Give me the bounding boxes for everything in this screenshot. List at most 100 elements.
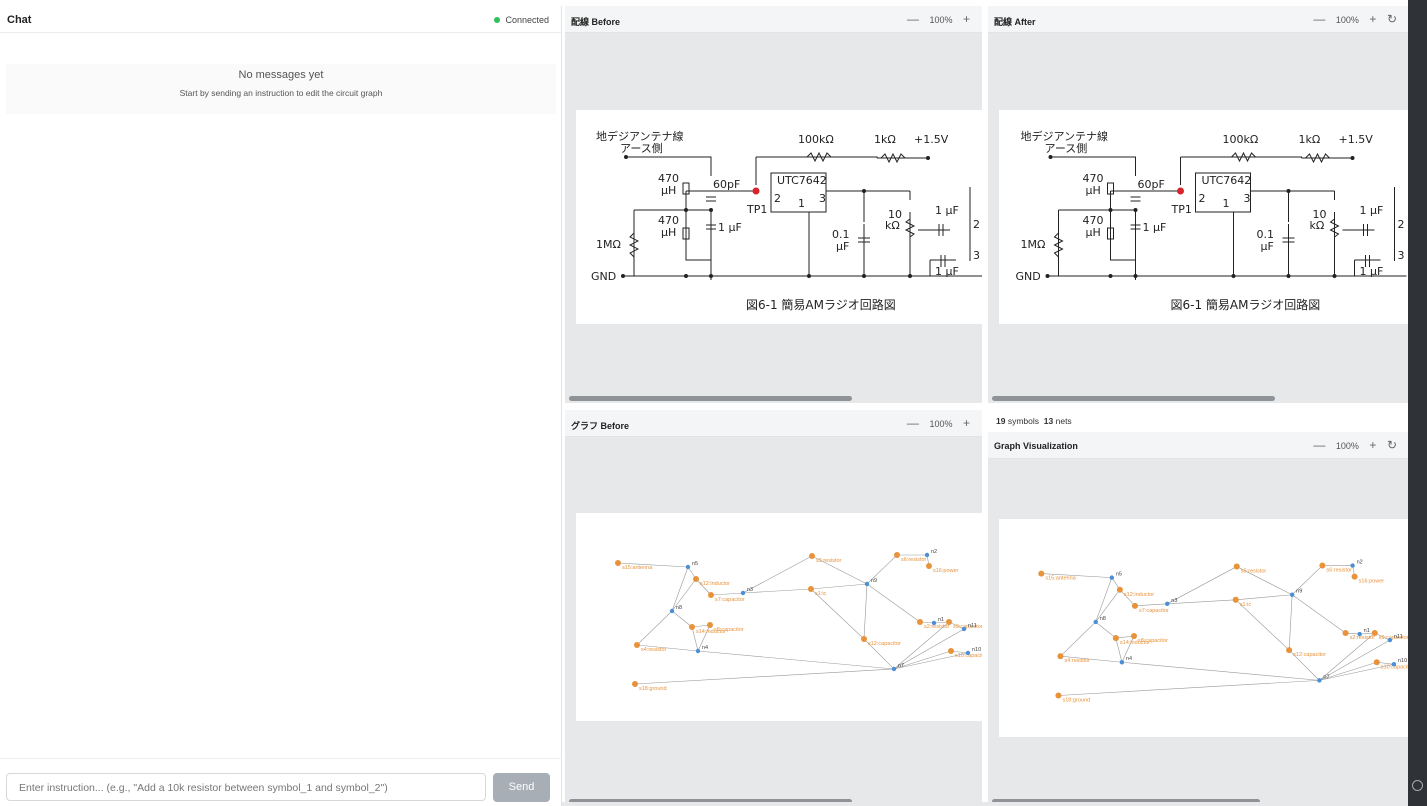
graph-node-s15[interactable] xyxy=(615,560,621,566)
connection-status-label: Connected xyxy=(505,15,549,25)
horizontal-scrollbar[interactable] xyxy=(992,396,1275,401)
graph-node-label: n9 xyxy=(1296,589,1302,595)
zoom-out-button[interactable]: — xyxy=(907,12,919,26)
graph-node-label: n1 xyxy=(938,617,944,623)
graph-node-s7[interactable] xyxy=(708,592,714,598)
graph-node-label: s18:ground xyxy=(1062,698,1090,704)
graph-node-label: s15:antenna xyxy=(1045,576,1076,582)
symbols-label: symbols xyxy=(1007,416,1040,426)
graph-canvas[interactable]: s15:antenna n5 s12:inductor n8 s7:capacitor n… xyxy=(999,519,1408,737)
schematic-canvas[interactable]: 地デジアンテナ線 アース側 100kΩ 1kΩ +1.5V UTC7642 47… xyxy=(576,110,982,324)
graph-node-s12[interactable] xyxy=(1116,586,1123,593)
graph-node-label: s12:inductor xyxy=(700,581,730,587)
zoom-controls: — 100% + xyxy=(899,12,970,26)
label-vr10-unit: kΩ xyxy=(1310,219,1325,232)
graph-node-n2[interactable] xyxy=(924,552,930,558)
graph-node-s7[interactable] xyxy=(1131,602,1139,609)
graph-node-n11[interactable] xyxy=(1387,637,1393,643)
graph-before-header: グラフ Before — 100% + xyxy=(565,410,982,437)
graph-node-n4[interactable] xyxy=(695,648,701,654)
graph-node-s12[interactable] xyxy=(693,576,699,582)
graph-node-s1[interactable] xyxy=(1232,596,1239,603)
graph-node-s4[interactable] xyxy=(1057,653,1064,660)
graph-node-label: n2 xyxy=(931,549,937,555)
settings-icon[interactable] xyxy=(1412,780,1423,791)
zoom-out-button[interactable]: — xyxy=(907,416,919,430)
graph-node-n4[interactable] xyxy=(1119,660,1125,665)
label-edge3: 3 xyxy=(973,249,980,262)
graph-node-s6[interactable] xyxy=(1319,562,1326,569)
graph-node-s2[interactable] xyxy=(917,619,923,625)
graph-node-n11[interactable] xyxy=(961,626,967,632)
graph-node-n7[interactable] xyxy=(1317,678,1322,683)
graph-node-label: n9 xyxy=(871,578,877,584)
graph-node-s18[interactable] xyxy=(632,681,638,687)
graph-node-n2[interactable] xyxy=(1350,563,1355,568)
zoom-in-button[interactable]: + xyxy=(963,12,970,26)
graph-node-s9[interactable] xyxy=(1371,630,1378,637)
graph-node-s18[interactable] xyxy=(1055,692,1062,699)
reset-icon[interactable]: ↻ xyxy=(1387,12,1397,26)
zoom-controls: — 100% + ↻ xyxy=(1305,438,1397,452)
label-pin2: 2 xyxy=(774,192,781,205)
label-470a-unit: μH xyxy=(1086,184,1101,197)
graph-node-s8[interactable] xyxy=(707,622,713,628)
graph-node-s16[interactable] xyxy=(1351,573,1358,580)
label-470b-unit: μH xyxy=(661,226,676,239)
graph-node-s14[interactable] xyxy=(1112,635,1119,642)
graph-edge xyxy=(1291,594,1346,634)
graph-node-s5[interactable] xyxy=(1233,563,1240,570)
graph-node-s4[interactable] xyxy=(634,642,640,648)
graph-node-s2[interactable] xyxy=(1342,630,1349,637)
horizontal-scrollbar[interactable] xyxy=(569,396,852,401)
graph-node-s1[interactable] xyxy=(808,586,814,592)
graph-node-n9[interactable] xyxy=(1289,592,1295,597)
chat-title: Chat xyxy=(7,14,32,26)
graph-node-n1[interactable] xyxy=(1357,631,1362,637)
zoom-level: 100% xyxy=(929,15,953,25)
zoom-out-button[interactable]: — xyxy=(1313,12,1325,26)
graph-node-n10[interactable] xyxy=(965,650,971,656)
graph-node-n7[interactable] xyxy=(891,666,897,672)
label-470a-unit: μH xyxy=(661,184,676,197)
graph-node-n3[interactable] xyxy=(740,590,746,596)
graph-node-label: s16:power xyxy=(933,568,959,574)
reset-icon[interactable]: ↻ xyxy=(1387,438,1397,452)
zoom-in-button[interactable]: + xyxy=(1369,12,1376,26)
instruction-input[interactable]: Enter instruction... (e.g., "Add a 10k r… xyxy=(6,773,486,801)
graph-node-s16[interactable] xyxy=(926,563,932,569)
symbols-count: 19 xyxy=(996,416,1006,426)
graph-node-n8[interactable] xyxy=(1093,619,1098,625)
graph-node-s10[interactable] xyxy=(948,648,954,654)
graph-node-n5[interactable] xyxy=(685,564,691,570)
graph-node-n1[interactable] xyxy=(931,620,937,626)
graph-node-s12b[interactable] xyxy=(1286,647,1293,654)
graph-node-s8[interactable] xyxy=(1130,633,1138,640)
graph-node-s10[interactable] xyxy=(1373,659,1380,666)
graph-node-s6[interactable] xyxy=(894,552,900,558)
send-button[interactable]: Send xyxy=(493,773,550,802)
schematic-canvas[interactable]: 地デジアンテナ線 アース側 100kΩ 1kΩ +1.5V UTC7642 47… xyxy=(999,110,1408,324)
label-1uf-r1: 1 μF xyxy=(935,204,959,217)
graph-node-s14[interactable] xyxy=(689,624,695,630)
zoom-out-button[interactable]: — xyxy=(1313,438,1325,452)
graph-node-n9[interactable] xyxy=(864,581,870,587)
graph-node-label: n5 xyxy=(692,561,698,567)
zoom-level: 100% xyxy=(1335,15,1359,25)
graph-node-s9[interactable] xyxy=(946,619,952,625)
wiring-before-header: 配線 Before — 100% + xyxy=(565,6,982,33)
graph-edge xyxy=(1058,680,1320,696)
graph-canvas[interactable]: s15:antenna n5 s12:inductor n8 s7:capacitor n… xyxy=(576,513,982,721)
graph-node-n3[interactable] xyxy=(1165,601,1170,607)
graph-node-n8[interactable] xyxy=(669,608,675,614)
graph-node-n10[interactable] xyxy=(1391,662,1397,667)
graph-node-s12b[interactable] xyxy=(861,636,867,642)
graph-node-s15[interactable] xyxy=(1038,570,1045,577)
graph-node-s5[interactable] xyxy=(809,553,815,559)
graph-node-n5[interactable] xyxy=(1109,575,1115,580)
zoom-in-button[interactable]: + xyxy=(963,416,970,430)
schematic-image: 地デジアンテナ線 アース側 100kΩ 1kΩ +1.5V UTC7642 47… xyxy=(591,129,982,312)
empty-subtitle: Start by sending an instruction to edit … xyxy=(179,88,383,98)
status-dot-icon xyxy=(494,17,501,23)
zoom-in-button[interactable]: + xyxy=(1369,438,1376,452)
